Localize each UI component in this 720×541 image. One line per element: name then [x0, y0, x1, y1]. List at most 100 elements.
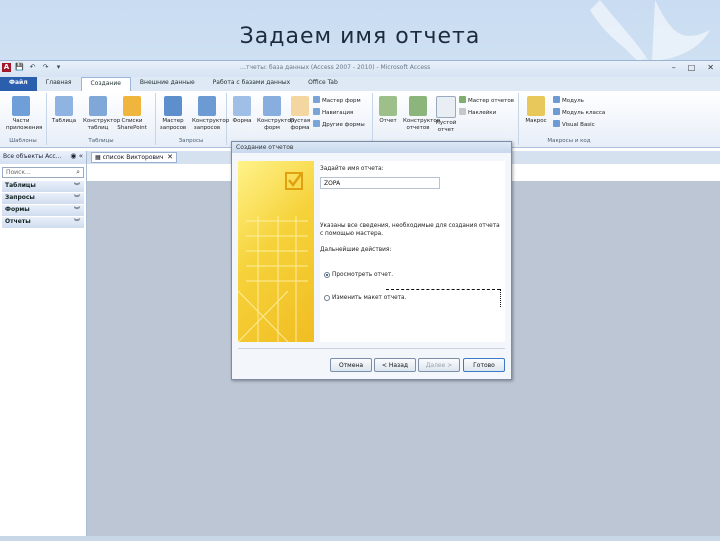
table-icon — [55, 96, 73, 116]
tab-home[interactable]: Главная — [37, 77, 81, 91]
table-design-button[interactable]: Конструктор таблиц — [83, 96, 120, 132]
tab-external-data[interactable]: Внешние данные — [131, 77, 204, 91]
module-button[interactable]: Модуль — [553, 96, 584, 104]
radio-unselected-icon — [324, 295, 330, 301]
ribbon: Части приложения Шаблоны Таблица Констру… — [0, 91, 720, 148]
report-name-input[interactable]: ZOPA — [320, 177, 440, 189]
next-actions-label: Дальнейшие действия: — [320, 247, 392, 253]
ribbon-group-forms: Форма Конструктор форм Пустая форма Маст… — [227, 93, 373, 145]
document-tab[interactable]: ▦ список Викторович ✕ — [91, 152, 177, 163]
nav-category-forms[interactable]: Формы ︾ — [2, 205, 84, 216]
form-icon — [233, 96, 251, 116]
window-controls: – □ ✕ — [672, 63, 714, 72]
title-bar: A 💾 ↶ ↷ ▾ …тчеты: база данных (Access 20… — [0, 61, 720, 77]
table-icon: ▦ — [95, 154, 103, 161]
ribbon-tabs: Файл Главная Создание Внешние данные Раб… — [0, 77, 720, 92]
nav-category-tables[interactable]: Таблицы ︾ — [2, 181, 84, 192]
report-wizard-dialog: Создание отчетов Задайте имя отчета: ZOP… — [231, 141, 512, 380]
app-parts-button[interactable]: Части приложения — [6, 96, 42, 132]
status-bar — [0, 536, 720, 541]
query-wizard-icon — [164, 96, 182, 116]
nav-category-queries[interactable]: Запросы ︾ — [2, 193, 84, 204]
ribbon-group-queries: Мастер запросов Конструктор запросов Зап… — [156, 93, 229, 145]
close-icon[interactable]: ✕ — [167, 153, 173, 161]
undo-icon[interactable]: ↶ — [28, 63, 37, 72]
wizard-info-text: Указаны все сведения, необходимые для со… — [320, 223, 500, 229]
app-parts-icon — [12, 96, 30, 116]
visual-basic-button[interactable]: Visual Basic — [553, 120, 595, 128]
dialog-title: Создание отчетов — [232, 142, 511, 153]
query-design-button[interactable]: Конструктор запросов — [192, 96, 229, 132]
nav-search-input[interactable]: Поиск... ⌕ — [2, 167, 84, 178]
minimize-button[interactable]: – — [672, 63, 676, 72]
dotted-annotation-line — [500, 289, 501, 307]
group-label: Шаблоны — [9, 138, 37, 144]
tab-file[interactable]: Файл — [0, 77, 37, 91]
dashed-annotation-line — [386, 289, 500, 290]
form-wizard-button[interactable]: Мастер форм — [313, 96, 361, 104]
form-design-button[interactable]: Конструктор форм — [257, 96, 294, 132]
next-button[interactable]: Далее > — [418, 358, 460, 372]
tab-office-tab[interactable]: Office Tab — [299, 77, 347, 91]
finish-button[interactable]: Готово — [463, 358, 505, 372]
query-design-icon — [198, 96, 216, 116]
blank-report-icon — [436, 96, 456, 118]
navigation-pane: Все объекты Acc... ◉ « Поиск... ⌕ Таблиц… — [0, 151, 87, 541]
slide-title: Задаем имя отчета — [239, 24, 481, 49]
macro-button[interactable]: Макрос — [521, 96, 551, 125]
cancel-button[interactable]: Отмена — [330, 358, 372, 372]
nav-category-reports[interactable]: Отчеты ︾ — [2, 217, 84, 228]
navigation-button[interactable]: Навигация — [313, 108, 353, 116]
preview-report-radio[interactable]: Просмотреть отчет. — [324, 272, 393, 278]
sharepoint-lists-button[interactable]: Списки SharePoint — [117, 96, 147, 132]
class-module-button[interactable]: Модуль класса — [553, 108, 605, 116]
chevron-down-icon: ︾ — [73, 207, 80, 214]
chevron-down-icon: ︾ — [73, 195, 80, 202]
ribbon-group-tables: Таблица Конструктор таблиц Списки ShareP… — [47, 93, 156, 145]
tab-create[interactable]: Создание — [80, 77, 131, 92]
back-button[interactable]: < Назад — [374, 358, 416, 372]
customize-qat-icon[interactable]: ▾ — [54, 63, 63, 72]
ribbon-group-macros: Макрос Модуль Модуль класса Visual Basic… — [519, 93, 619, 145]
radio-selected-icon — [324, 272, 330, 278]
group-label: Макросы и код — [547, 138, 591, 144]
redo-icon[interactable]: ↷ — [41, 63, 50, 72]
report-icon — [379, 96, 397, 116]
dialog-separator — [238, 348, 505, 349]
report-button[interactable]: Отчет — [373, 96, 403, 125]
report-design-button[interactable]: Конструктор отчетов — [403, 96, 440, 132]
group-label: Запросы — [178, 138, 204, 144]
blank-report-button[interactable]: Пустой отчет — [431, 96, 461, 134]
tab-database-tools[interactable]: Работа с базами данных — [204, 77, 300, 91]
form-design-icon — [263, 96, 281, 116]
window-title: …тчеты: база данных (Access 2007 - 2010)… — [240, 64, 431, 71]
blank-form-button[interactable]: Пустая форма — [285, 96, 315, 132]
quick-access-toolbar: A 💾 ↶ ↷ ▾ — [2, 63, 63, 72]
ribbon-group-reports: Отчет Конструктор отчетов Пустой отчет М… — [373, 93, 519, 145]
report-wizard-button[interactable]: Мастер отчетов — [459, 96, 514, 104]
table-button[interactable]: Таблица — [49, 96, 79, 125]
ribbon-group-templates: Части приложения Шаблоны — [0, 93, 47, 145]
report-design-icon — [409, 96, 427, 116]
save-icon[interactable]: 💾 — [15, 63, 24, 72]
close-window-button[interactable]: ✕ — [707, 63, 714, 72]
macro-scroll-icon — [527, 96, 545, 116]
nav-pane-toggle-icon[interactable]: ◉ « — [70, 152, 83, 160]
table-design-icon — [89, 96, 107, 116]
query-wizard-button[interactable]: Мастер запросов — [158, 96, 188, 132]
chevron-down-icon: ︾ — [73, 183, 80, 190]
form-button[interactable]: Форма — [227, 96, 257, 125]
search-icon: ⌕ — [76, 168, 80, 176]
group-label: Таблицы — [88, 138, 114, 144]
maximize-button[interactable]: □ — [688, 63, 696, 72]
report-name-label: Задайте имя отчета: — [320, 166, 384, 172]
more-forms-button[interactable]: Другие формы — [313, 120, 365, 128]
access-logo-icon[interactable]: A — [2, 63, 11, 72]
sharepoint-icon — [123, 96, 141, 116]
modify-layout-radio[interactable]: Изменить макет отчета. — [324, 295, 406, 301]
wizard-illustration — [238, 161, 314, 342]
nav-pane-header[interactable]: Все объекты Acc... ◉ « — [0, 151, 86, 164]
wizard-info-text-2: с помощью мастера. — [320, 231, 384, 237]
wizard-content: Задайте имя отчета: ZOPA Указаны все све… — [320, 161, 505, 342]
labels-button[interactable]: Наклейки — [459, 108, 496, 116]
